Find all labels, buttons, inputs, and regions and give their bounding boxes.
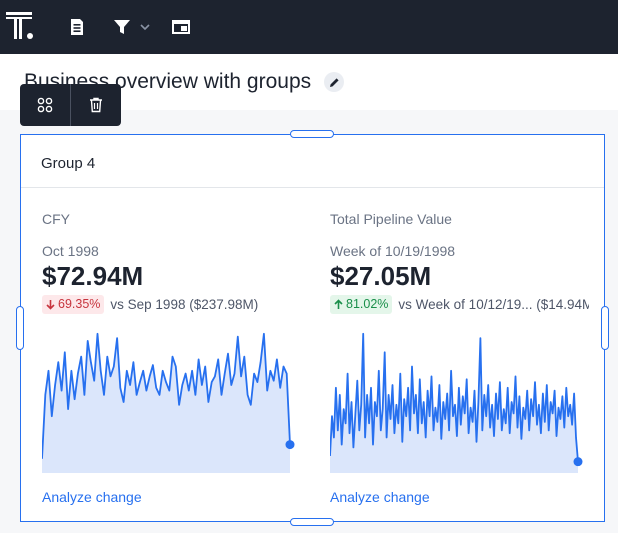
filter-icon xyxy=(114,20,130,34)
pencil-icon xyxy=(329,77,339,87)
present-icon xyxy=(172,20,190,34)
group-title: Group 4 xyxy=(41,155,96,172)
sparkline-chart xyxy=(42,332,295,473)
resize-handle-right[interactable] xyxy=(601,306,609,350)
analyze-change-link[interactable]: Analyze change xyxy=(330,489,430,505)
kpi-label: Total Pipeline Value xyxy=(330,211,452,227)
document-button[interactable] xyxy=(66,14,88,40)
kpi-change: 81.02% vs Week of 10/12/19... ($14.94M) xyxy=(330,294,589,314)
change-comparison: vs Sep 1998 ($237.98M) xyxy=(110,296,259,312)
sparkline-chart xyxy=(330,332,583,473)
group-toolbar xyxy=(20,84,121,126)
kpi-value: $27.05M xyxy=(330,261,432,291)
sparkline-end-point xyxy=(285,440,295,450)
grid-icon xyxy=(37,97,53,113)
document-icon xyxy=(71,19,83,35)
layout-button[interactable] xyxy=(20,84,70,126)
group-card[interactable]: Group 4 CFY Oct 1998 $72.94M 69.35% vs S… xyxy=(20,134,605,522)
present-button[interactable] xyxy=(170,14,192,40)
trash-icon xyxy=(90,97,102,113)
resize-handle-left[interactable] xyxy=(16,306,24,350)
delete-button[interactable] xyxy=(71,84,121,126)
resize-handle-bottom[interactable] xyxy=(290,518,334,526)
change-percent: 81.02% xyxy=(346,297,389,311)
edit-title-button[interactable] xyxy=(324,72,344,92)
arrow-down-icon xyxy=(46,299,55,310)
filter-button[interactable] xyxy=(110,14,154,40)
resize-handle-top[interactable] xyxy=(290,130,334,138)
sparkline-area xyxy=(42,333,290,473)
arrow-up-icon xyxy=(334,298,343,309)
kpi-change: 69.35% vs Sep 1998 ($237.98M) xyxy=(42,294,258,314)
change-percent: 69.35% xyxy=(58,297,101,311)
change-badge: 69.35% xyxy=(42,294,105,314)
change-badge: 81.02% xyxy=(330,294,393,314)
sparkline-end-point xyxy=(573,457,583,467)
logo-icon[interactable] xyxy=(4,10,36,42)
kpi-period: Oct 1998 xyxy=(42,243,99,259)
chevron-down-icon xyxy=(140,24,150,31)
analyze-change-link[interactable]: Analyze change xyxy=(42,489,142,505)
kpi-label: CFY xyxy=(42,211,70,227)
kpi-card-cfy[interactable]: CFY Oct 1998 $72.94M 69.35% vs Sep 1998 … xyxy=(42,187,302,521)
change-comparison: vs Week of 10/12/19... ($14.94M) xyxy=(398,296,589,312)
kpi-value: $72.94M xyxy=(42,261,144,291)
top-nav-bar xyxy=(0,0,618,54)
kpi-card-pipeline[interactable]: Total Pipeline Value Week of 10/19/1998 … xyxy=(330,187,589,521)
kpi-period: Week of 10/19/1998 xyxy=(330,243,456,259)
